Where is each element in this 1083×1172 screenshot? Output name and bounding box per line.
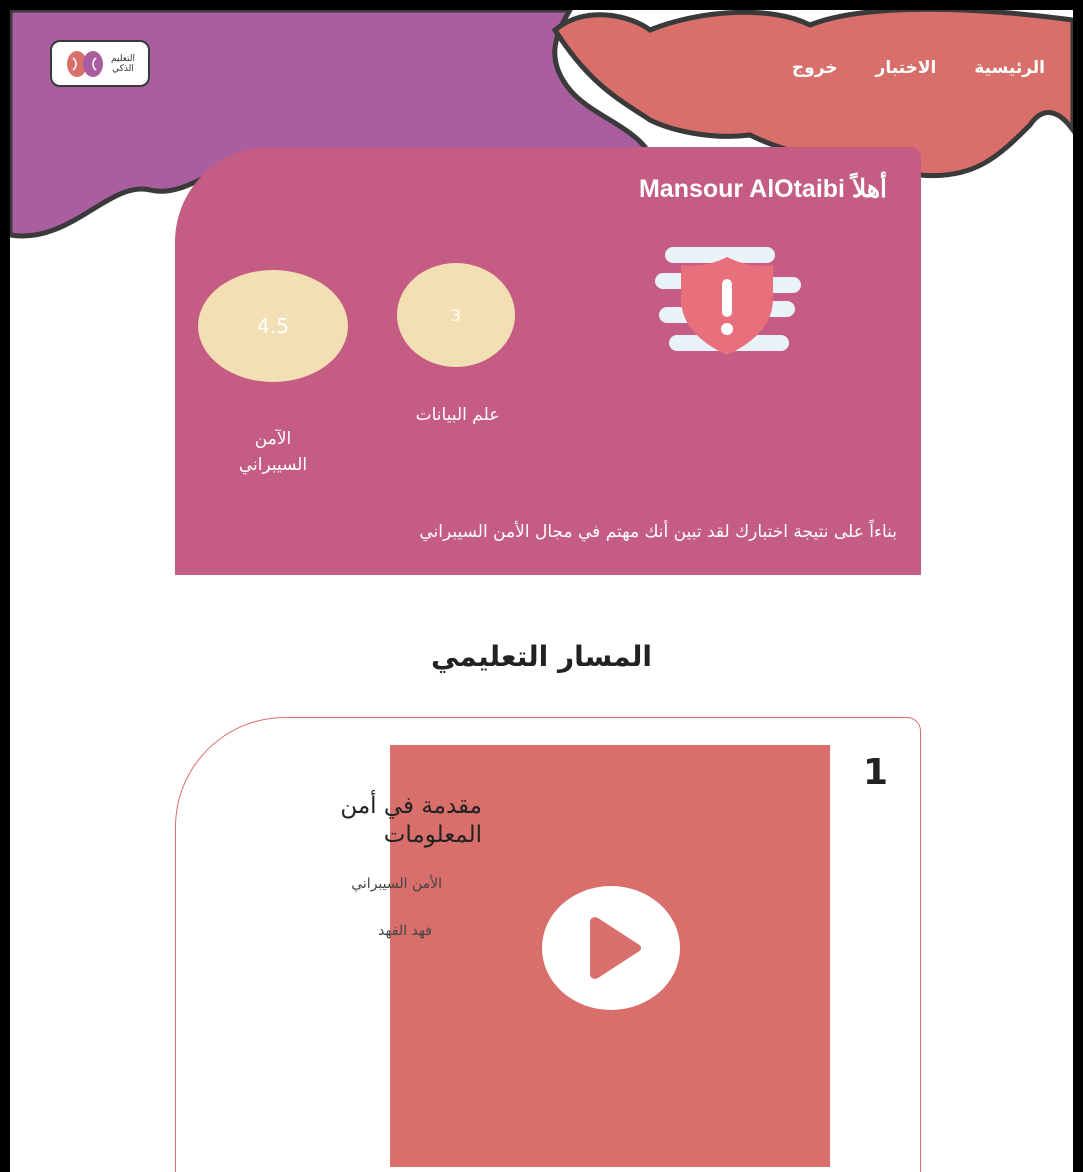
logo-line-1: التعليم (111, 53, 135, 64)
score-circle-cyber: 4.5 (198, 270, 348, 382)
app-frame: التعليم الذكي الرئيسية الاختبار خروج أهل… (10, 10, 1073, 1172)
learning-path-title: المسار التعليمي (430, 640, 653, 673)
course-field: الأمن السيبراني (351, 876, 442, 892)
course-card[interactable]: 1 مقدمة في أمن المعلومات الأمن السيبراني… (175, 717, 921, 1172)
shield-warning-icon (655, 247, 801, 355)
course-title: مقدمة في أمن المعلومات (340, 793, 482, 848)
course-number: 1 (862, 752, 888, 793)
score-label-data: علم البيانات (415, 405, 500, 425)
logo-text: التعليم الذكي (111, 54, 135, 74)
welcome-card: أهلاً Mansour AlOtaibi 4.5 3 الآمن السيب… (175, 147, 921, 575)
recommendation-text: بناءاً على نتيجة اختبارك لقد تبين أنك مه… (419, 522, 897, 542)
score-label-cyber: الآمن السيبراني (238, 429, 308, 475)
logo-line-2: الذكي (112, 63, 134, 74)
score-circle-data: 3 (397, 263, 515, 367)
nav-home[interactable]: الرئيسية (974, 58, 1045, 78)
play-icon (590, 917, 641, 979)
play-button[interactable] (542, 886, 680, 1010)
brain-logo-icon (67, 50, 103, 77)
nav-logout[interactable]: خروج (792, 58, 838, 78)
main-nav: الرئيسية الاختبار خروج (792, 58, 1045, 78)
nav-test[interactable]: الاختبار (876, 58, 937, 78)
course-teacher: فهد الفهد (378, 923, 432, 939)
welcome-greeting: أهلاً Mansour AlOtaibi (638, 175, 887, 203)
app-logo[interactable]: التعليم الذكي (50, 40, 150, 87)
